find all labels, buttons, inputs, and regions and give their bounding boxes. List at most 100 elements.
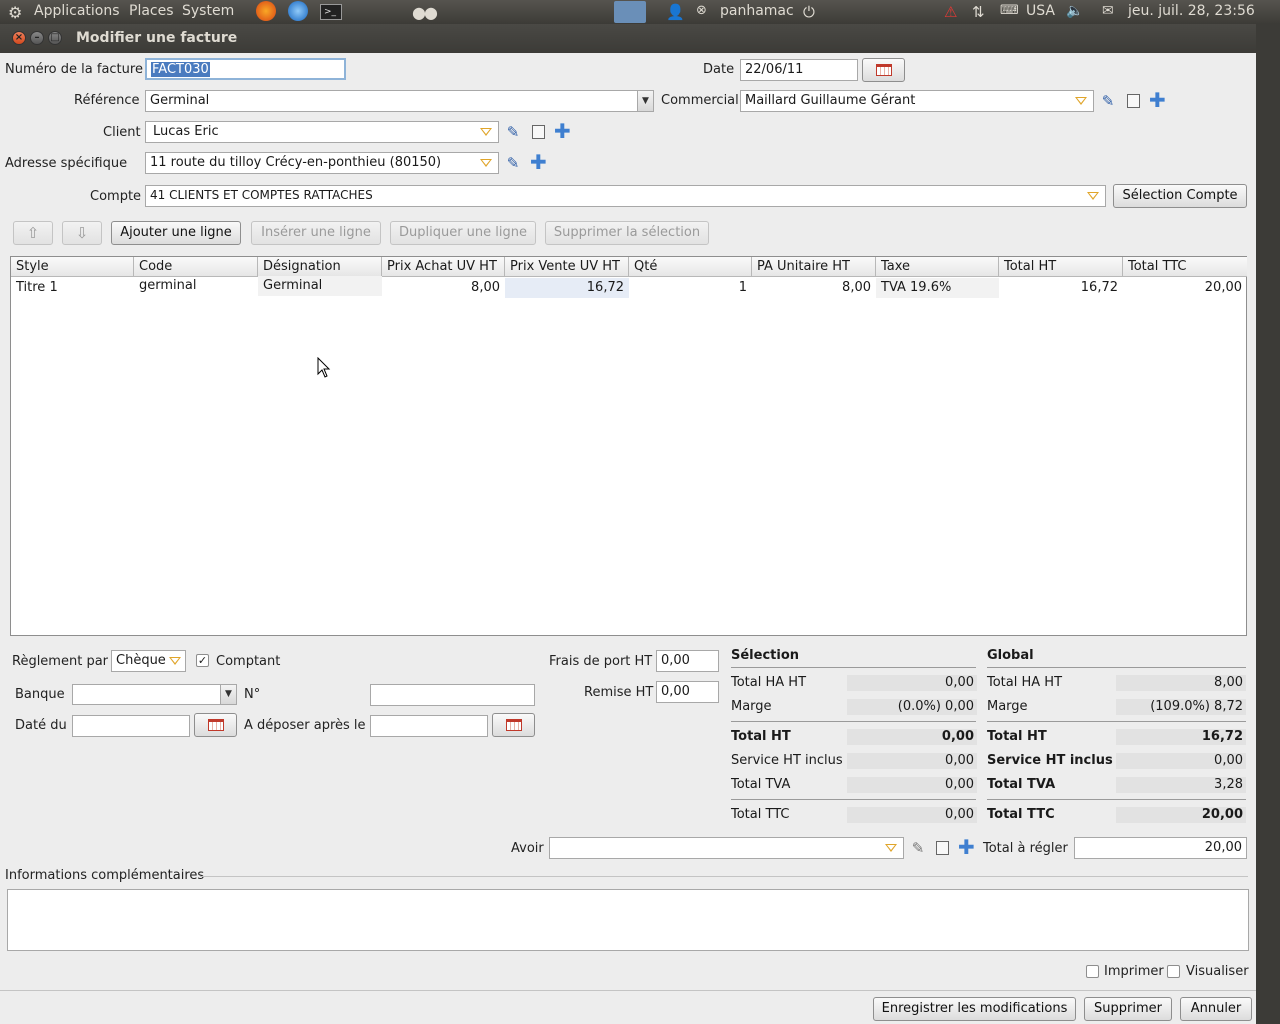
deposit-after-label: A déposer après le — [244, 718, 366, 733]
edit-commercial-pencil-icon[interactable]: ✎ — [1100, 93, 1116, 109]
thunderbird-icon[interactable] — [288, 1, 308, 21]
clock[interactable]: jeu. juil. 28, 23:56 — [1128, 3, 1255, 19]
table-cell-total-ttc[interactable]: 20,00 — [1123, 278, 1247, 298]
address-combo[interactable]: 11 route du tilloy Crécy-en-ponthieu (80… — [145, 152, 499, 174]
table-cell-code[interactable]: germinal — [134, 276, 258, 296]
edit-credit-pencil-icon[interactable]: ✎ — [910, 840, 926, 856]
warning-icon[interactable]: ⚠ — [944, 3, 957, 21]
keyboard-layout[interactable]: USA — [1026, 3, 1055, 19]
credit-note-combo[interactable] — [549, 837, 904, 859]
envelope-icon[interactable]: ✉ — [1102, 3, 1114, 19]
table-cell-total-ht[interactable]: 16,72 — [999, 278, 1123, 298]
add-line-button[interactable]: Ajouter une ligne — [111, 221, 241, 245]
username-label[interactable]: panhamac — [720, 3, 794, 19]
maximize-icon[interactable]: □ — [48, 31, 62, 45]
dropdown-arrow-icon[interactable] — [1087, 192, 1099, 200]
add-credit-plus-icon[interactable]: ✚ — [958, 837, 975, 857]
dated-input[interactable] — [72, 715, 190, 737]
table-cell-quantity[interactable]: 1 — [629, 278, 752, 298]
duplicate-line-button[interactable]: Dupliquer une ligne — [390, 221, 536, 245]
account-combo[interactable]: 41 CLIENTS ET COMPTES RATTACHES — [145, 185, 1106, 207]
invoice-window: Numéro de la facture FACT030 Date 22/06/… — [0, 53, 1256, 1024]
deposit-after-input[interactable] — [370, 715, 488, 737]
table-cell-tax[interactable]: TVA 19.6% — [876, 278, 999, 298]
menu-applications[interactable]: Applications — [34, 3, 120, 19]
additional-info-textarea[interactable] — [7, 889, 1249, 951]
add-client-plus-icon[interactable]: ✚ — [554, 121, 571, 141]
shipping-cost-input[interactable]: 0,00 — [656, 650, 719, 672]
column-header-tax[interactable]: Taxe — [876, 257, 999, 277]
move-up-button[interactable]: ⇧ — [13, 221, 53, 245]
dropdown-arrow-icon[interactable] — [169, 657, 181, 665]
chevron-down-icon[interactable]: ▼ — [637, 91, 653, 111]
menu-places[interactable]: Places — [129, 3, 174, 19]
ubuntu-logo-icon[interactable]: ⚙ — [8, 3, 22, 22]
account-label: Compte — [90, 189, 142, 204]
table-cell-style[interactable]: Titre 1 — [11, 278, 134, 298]
table-cell-sale-price[interactable]: 16,72 — [505, 278, 629, 298]
dropdown-arrow-icon[interactable] — [480, 159, 492, 167]
invoice-number-input[interactable]: FACT030 — [145, 58, 346, 80]
date-calendar-button[interactable] — [862, 58, 905, 82]
reference-combo[interactable]: Germinal ▼ — [145, 90, 654, 112]
table-cell-designation[interactable]: Germinal — [258, 276, 382, 296]
column-header-quantity[interactable]: Qté — [629, 257, 752, 277]
select-account-button[interactable]: Sélection Compte — [1113, 184, 1247, 208]
preview-checkbox[interactable] — [1167, 965, 1180, 978]
network-icon[interactable]: ⇅ — [972, 3, 985, 21]
invoice-number-value: FACT030 — [151, 62, 210, 77]
view-commercial-doc-icon[interactable] — [1126, 93, 1142, 109]
payment-method-label: Règlement par — [12, 654, 109, 669]
dropdown-arrow-icon[interactable] — [480, 128, 492, 136]
chevron-down-icon[interactable]: ▼ — [220, 685, 236, 704]
shipping-cost-label: Frais de port HT — [549, 654, 653, 669]
dropdown-arrow-icon[interactable] — [885, 844, 897, 852]
dated-calendar-button[interactable] — [194, 713, 237, 737]
column-header-designation[interactable]: Désignation — [258, 257, 382, 277]
dropdown-arrow-icon[interactable] — [1075, 97, 1087, 105]
desktop-edge — [1256, 24, 1280, 1024]
table-cell-unit-pa[interactable]: 8,00 — [752, 278, 876, 298]
commercial-combo[interactable]: Maillard Guillaume Gérant — [740, 90, 1094, 112]
cheque-number-input[interactable] — [370, 684, 535, 706]
date-input[interactable]: 22/06/11 — [740, 59, 858, 81]
invoice-lines-table[interactable]: Style Code Désignation Prix Achat UV HT … — [10, 256, 1247, 636]
client-combo[interactable]: Lucas Eric — [145, 121, 499, 143]
column-header-total-ttc[interactable]: Total TTC — [1123, 257, 1247, 277]
volume-icon[interactable]: 🔈 — [1066, 3, 1083, 19]
add-address-plus-icon[interactable]: ✚ — [530, 152, 547, 172]
save-changes-button[interactable]: Enregistrer les modifications — [873, 997, 1076, 1021]
firefox-icon[interactable] — [256, 1, 276, 21]
deposit-calendar-button[interactable] — [492, 713, 535, 737]
insert-line-button[interactable]: Insérer une ligne — [251, 221, 381, 245]
calendar-icon — [207, 719, 224, 731]
mail-notifier-icon[interactable] — [614, 1, 646, 23]
column-header-style[interactable]: Style — [11, 257, 134, 277]
print-checkbox[interactable] — [1086, 965, 1099, 978]
menu-system[interactable]: System — [182, 3, 234, 19]
column-header-code[interactable]: Code — [134, 257, 258, 277]
delete-button[interactable]: Supprimer — [1084, 997, 1172, 1021]
payment-method-combo[interactable]: Chèque — [111, 650, 186, 672]
column-header-unit-pa[interactable]: PA Unitaire HT — [752, 257, 876, 277]
close-icon[interactable]: × — [12, 31, 26, 45]
column-header-purchase-price[interactable]: Prix Achat UV HT — [382, 257, 505, 277]
discount-input[interactable]: 0,00 — [656, 681, 719, 703]
minimize-icon[interactable]: – — [30, 31, 44, 45]
power-icon[interactable]: ⏻ — [803, 3, 815, 21]
add-commercial-plus-icon[interactable]: ✚ — [1149, 90, 1166, 110]
terminal-icon[interactable]: >_ — [320, 4, 342, 20]
column-header-total-ht[interactable]: Total HT — [999, 257, 1123, 277]
view-credit-doc-icon[interactable] — [935, 840, 951, 856]
view-client-doc-icon[interactable] — [531, 124, 547, 140]
table-cell-purchase-price[interactable]: 8,00 — [382, 278, 505, 298]
delete-selection-button[interactable]: Supprimer la sélection — [545, 221, 709, 245]
cash-checkbox[interactable]: ✓ — [196, 654, 209, 667]
edit-client-pencil-icon[interactable]: ✎ — [505, 124, 521, 140]
move-down-button[interactable]: ⇩ — [62, 221, 102, 245]
bank-combo[interactable]: ▼ — [72, 684, 237, 705]
cancel-button[interactable]: Annuler — [1180, 997, 1252, 1021]
sel-ttc-label: Total TTC — [731, 807, 790, 822]
edit-address-pencil-icon[interactable]: ✎ — [505, 155, 521, 171]
column-header-sale-price[interactable]: Prix Vente UV HT — [505, 257, 629, 277]
